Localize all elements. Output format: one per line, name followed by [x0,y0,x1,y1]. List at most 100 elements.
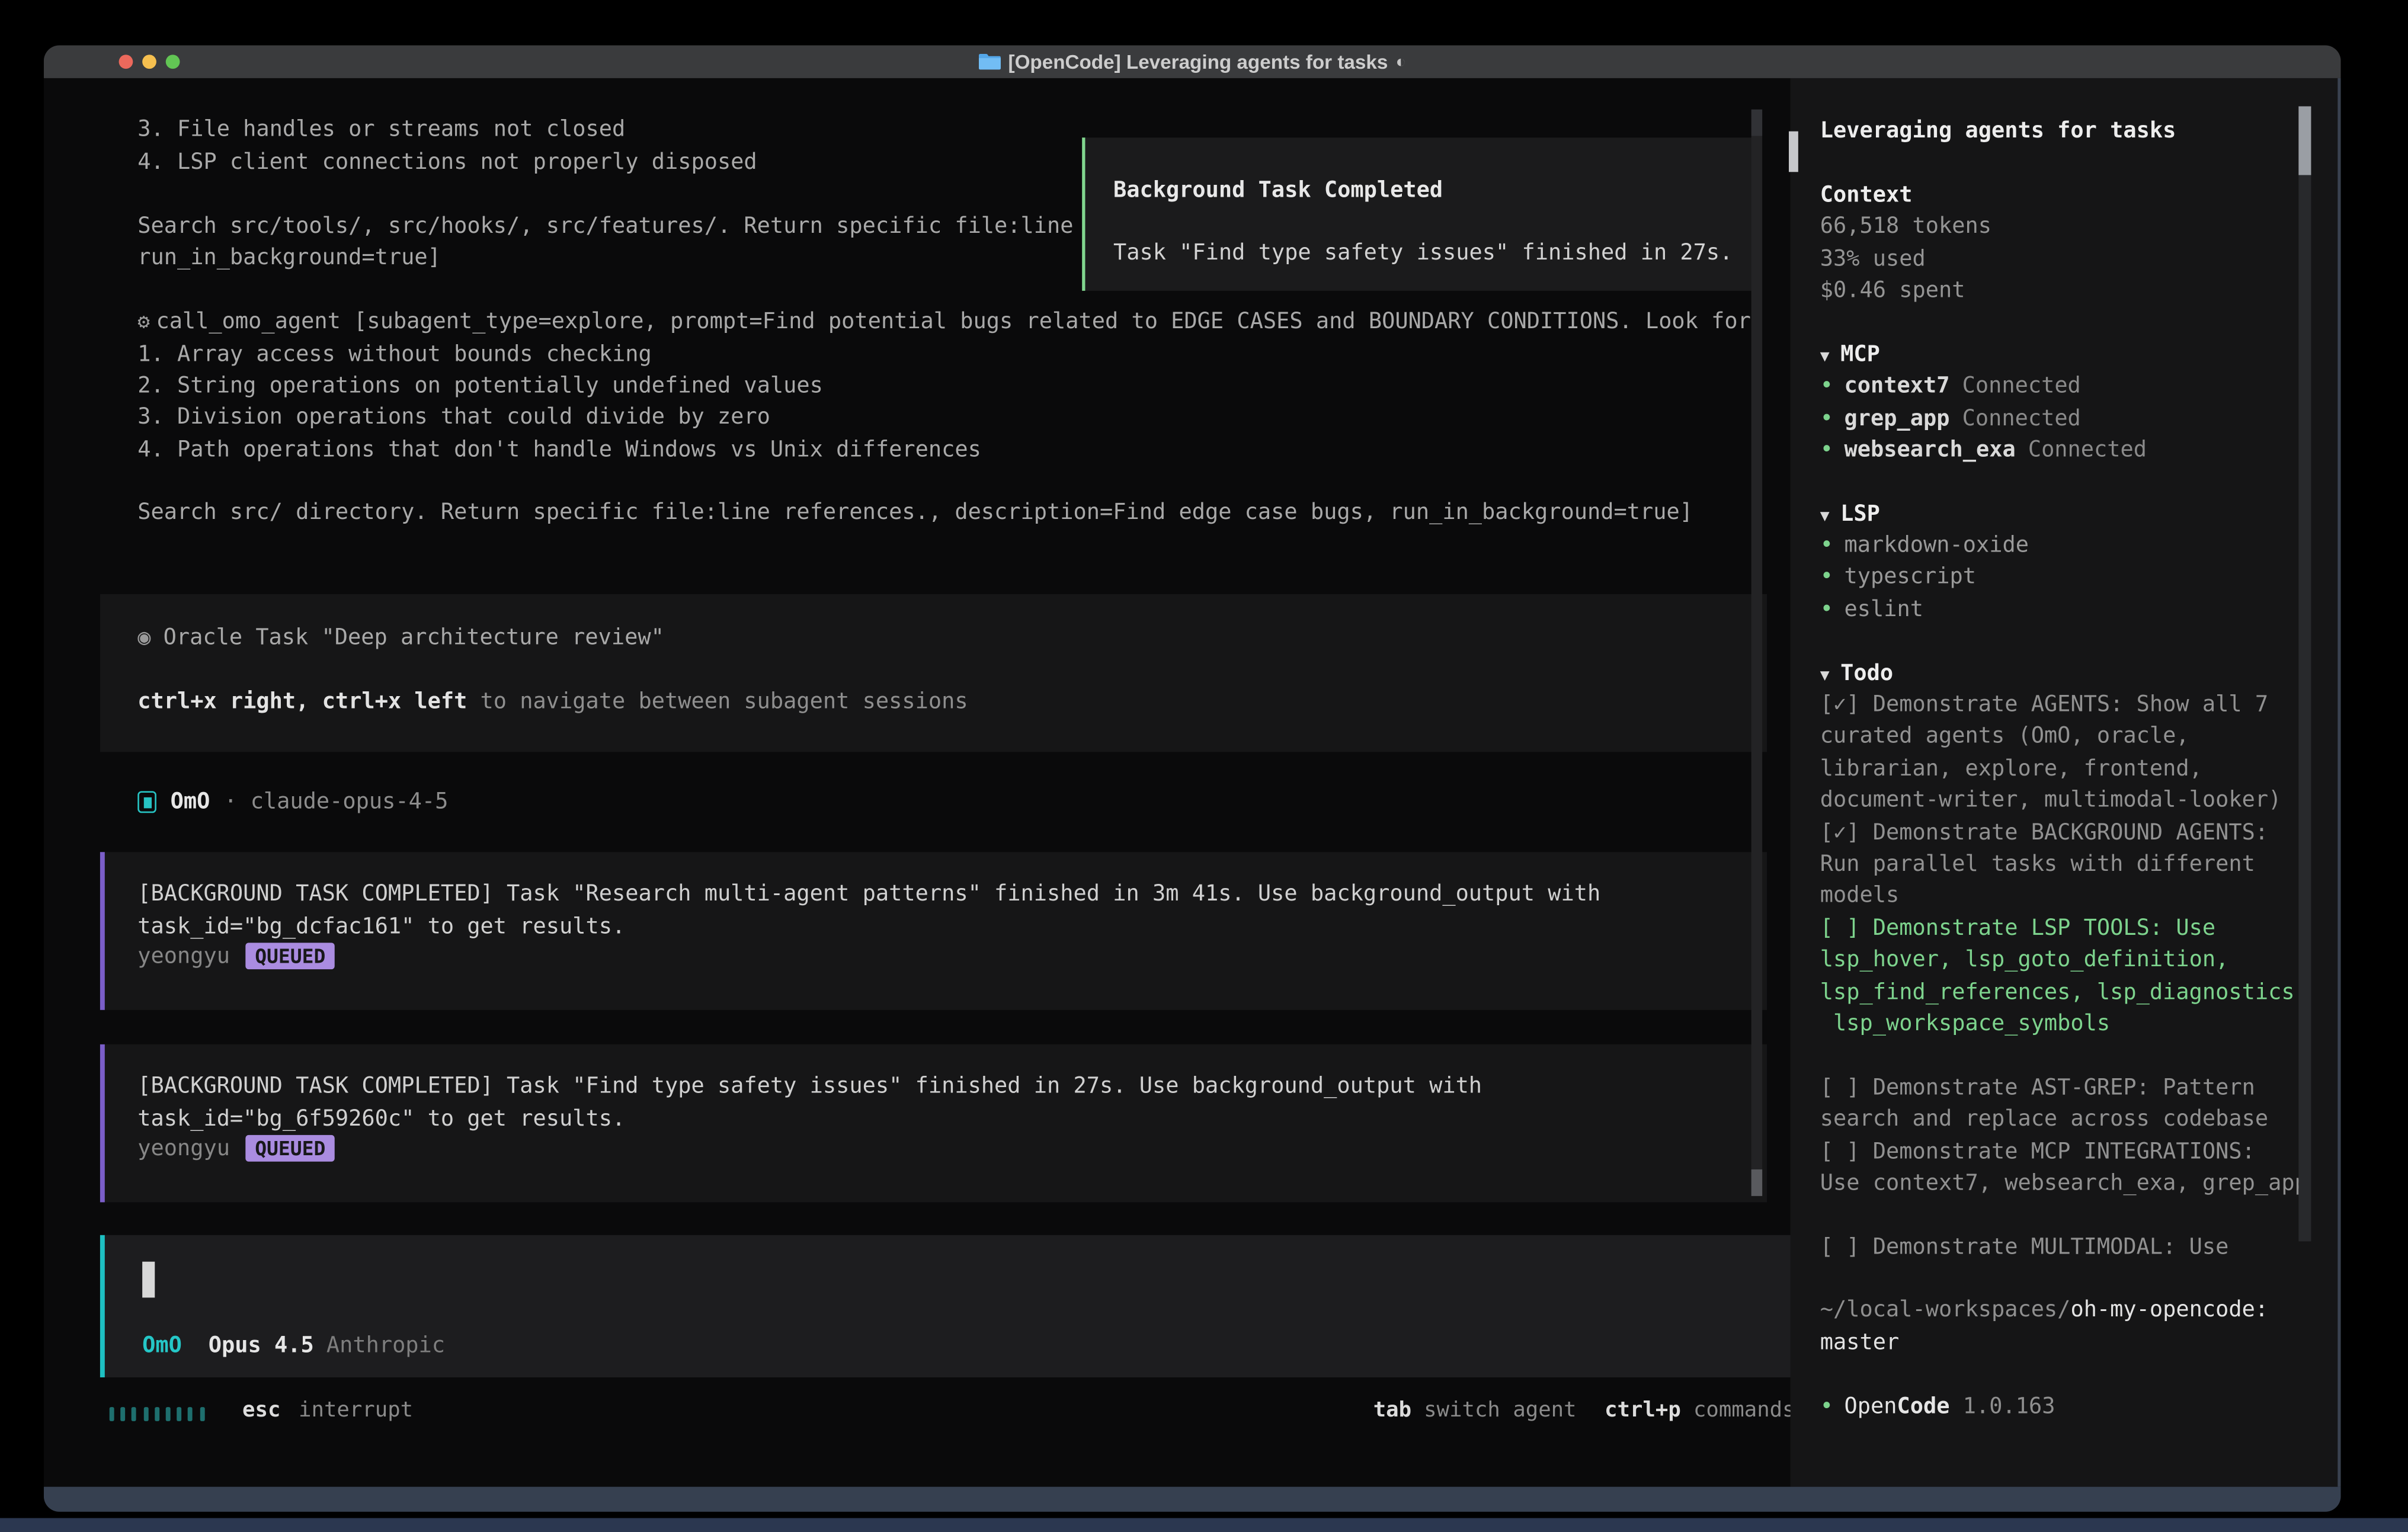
input-model-provider: Anthropic [326,1334,445,1358]
lsp-heading: LSP [1840,501,1880,526]
main-scrollbar-track[interactable] [1751,136,1762,1196]
bullet-icon: • [1820,1394,1833,1419]
screenshot-root: [OpenCode] Leveraging agents for tasks ◐… [0,0,2408,1532]
close-window-button[interactable] [119,55,133,69]
todo-line: curated agents (OmO, oracle, [1820,722,2337,754]
chevron-down-icon: ▼ [1820,508,1830,525]
todo-line: [ ] Demonstrate MCP INTEGRATIONS: [1820,1136,2337,1168]
window-content: 3. File handles or streams not closed 4.… [44,78,2341,1487]
lsp-item: •eslint [1820,594,2337,626]
main-scrollbar-thumb[interactable] [1751,1169,1762,1196]
input-model-name: Opus 4.5 [209,1334,314,1358]
terminal-line: 4. LSP client connections not properly d… [137,147,757,178]
background-task-message: [BACKGROUND TASK COMPLETED] Task "Resear… [100,852,1767,1010]
task-message-meta: yeongyu QUEUED [137,1135,335,1162]
context-heading: Context [1820,180,2337,211]
gear-icon: ⚙ [137,311,150,335]
opencode-version: •OpenCode 1.0.163 [1820,1391,2337,1423]
todo-section-header[interactable]: ▼Todo [1820,658,2337,690]
sidebar-scrollbar-track[interactable] [2298,175,2310,1242]
todo-line-active: lsp_hover, lsp_goto_definition, [1820,944,2337,976]
terminal-line: Search src/ directory. Return specific f… [137,497,1693,528]
terminal-line: 2. String operations on potentially unde… [137,370,823,402]
esc-action-label: interrupt [299,1398,413,1422]
mcp-heading: MCP [1840,342,1880,367]
todo-line: [ ] Demonstrate AST-GREP: Pattern [1820,1072,2337,1104]
ctrlp-action-label: commands [1693,1398,1795,1422]
tab-key-hint: tab [1373,1398,1411,1422]
agent-checkbox-icon [137,791,156,813]
todo-line: search and replace across codebase [1820,1104,2337,1136]
main-scrollbar-thumb[interactable] [1751,110,1762,136]
task-message-line1: [BACKGROUND TASK COMPLETED] Task "Resear… [137,882,1600,906]
spinner-dots-icon [110,1407,204,1421]
oracle-task-title-line: ◉Oracle Task "Deep architecture review" [137,626,664,650]
model-selector-row[interactable]: OmO Opus 4.5 Anthropic [142,1331,445,1362]
window-title: [OpenCode] Leveraging agents for tasks [1008,51,1388,73]
todo-line-active: [ ] Demonstrate LSP TOOLS: Use [1820,913,2337,945]
todo-line: [✓] Demonstrate AGENTS: Show all 7 [1820,690,2337,722]
task-message-line2: task_id="bg_6f59260c" to get results. [137,1107,625,1132]
window-right-border [2337,78,2341,1487]
todo-line: librarian, explore, frontend, [1820,754,2337,786]
chevron-down-icon: ▼ [1820,348,1830,366]
lsp-section-header[interactable]: ▼ LSP [1820,498,2337,530]
bullet-icon: • [1820,533,1833,558]
bullet-icon: • [1820,565,1833,590]
status-bar-right: tab switch agent ctrl+p commands [1373,1398,1795,1422]
sidebar-scrollbar-thumb[interactable] [2298,106,2310,175]
nav-shortcut-keys: ctrl+x right, ctrl+x left [137,690,467,714]
lsp-item: •typescript [1820,562,2337,594]
context-spent: $0.46 spent [1820,275,2337,307]
background-task-toast: Background Task Completed Task "Find typ… [1082,137,1757,291]
task-author: yeongyu [137,944,230,969]
input-agent-name: OmO [142,1334,182,1358]
text-cursor [142,1262,155,1298]
oracle-nav-hint: ctrl+x right, ctrl+x left to navigate be… [137,690,968,714]
task-message-line2: task_id="bg_dcfac161" to get results. [137,915,625,940]
minimize-window-button[interactable] [143,55,157,69]
todo-line-active: lsp_find_references, lsp_diagnostics, [1820,976,2337,1008]
opencode-terminal-window: [OpenCode] Leveraging agents for tasks ◐… [44,46,2341,1512]
workspace-path: ~/local-workspaces/oh-my-opencode: [1820,1295,2337,1327]
agent-session-header: OmO · claude-opus-4-5 [137,786,448,818]
task-message-line1: [BACKGROUND TASK COMPLETED] Task "Find t… [137,1074,1482,1099]
mcp-item: •websearch_exaConnected [1820,434,2337,466]
lsp-item: •markdown-oxide [1820,530,2337,562]
window-title-group: [OpenCode] Leveraging agents for tasks ◐ [978,51,1406,73]
bullet-icon: • [1820,374,1833,399]
oracle-task-card: ◉Oracle Task "Deep architecture review" … [100,594,1767,752]
bullet-icon: • [1820,406,1833,431]
context-used: 33% used [1820,243,2337,275]
queued-status-badge: QUEUED [245,1135,335,1162]
task-message-meta: yeongyu QUEUED [137,943,335,969]
terminal-line: 4. Path operations that don't handle Win… [137,435,981,466]
oracle-task-title: Oracle Task "Deep architecture review" [164,626,664,650]
mcp-item: •context7Connected [1820,371,2337,403]
window-titlebar[interactable]: [OpenCode] Leveraging agents for tasks ◐ [44,46,2341,78]
todo-line: Use context7, websearch_exa, grep_app [1820,1168,2337,1200]
session-title: Leveraging agents for tasks [1820,116,2337,148]
context-tokens: 66,518 tokens [1820,211,2337,243]
todo-line: document-writer, multimodal-looker) [1820,785,2337,817]
sidebar-left-scrollbar-thumb[interactable] [1789,132,1798,172]
chevron-down-icon: ▼ [1820,667,1830,684]
terminal-line: run_in_background=true] [137,242,441,274]
background-task-message: [BACKGROUND TASK COMPLETED] Task "Find t… [100,1044,1767,1203]
todo-line-active: lsp_workspace_symbols [1820,1008,2337,1040]
esc-key-hint: esc [242,1398,280,1422]
todo-line: Run parallel tasks with different [1820,849,2337,881]
queued-status-badge: QUEUED [245,943,335,969]
terminal-line: 3. File handles or streams not closed [137,114,625,146]
traffic-lights [119,55,181,69]
ctrlp-key-hint: ctrl+p [1605,1398,1681,1422]
todo-line: [✓] Demonstrate BACKGROUND AGENTS: [1820,817,2337,849]
todo-line: models [1820,881,2337,913]
zoom-window-button[interactable] [166,55,181,69]
terminal-line-tool-call: ⚙call_omo_agent [subagent_type=explore, … [137,306,1751,338]
agent-model: · claude-opus-4-5 [224,790,448,815]
moon-status-icon: ◐ [1396,52,1407,71]
desktop-bottom-strip [0,1518,2408,1532]
mcp-section-header[interactable]: ▼ MCP [1820,339,2337,371]
prompt-input[interactable]: OmO Opus 4.5 Anthropic [100,1235,1795,1377]
